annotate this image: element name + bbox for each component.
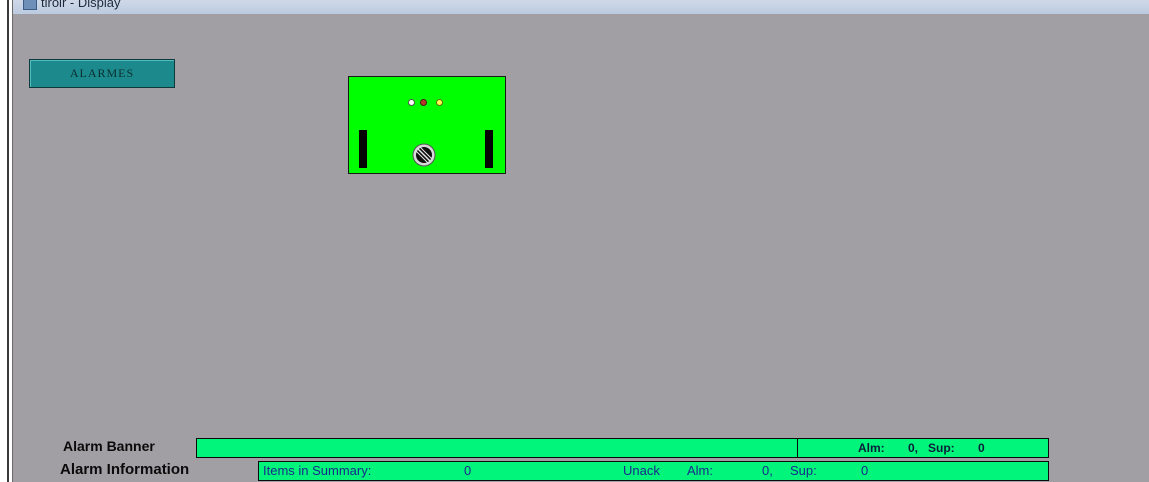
unack-alm-label: Alm: bbox=[687, 463, 713, 478]
alarm-information-label: Alarm Information bbox=[60, 461, 190, 478]
window-title: tiroir - Display bbox=[41, 0, 121, 10]
unack-alm-value: 0, bbox=[762, 463, 773, 478]
rotary-selector-knob-icon[interactable] bbox=[412, 143, 436, 167]
unack-sup-label: Sup: bbox=[790, 463, 817, 478]
window-titlebar[interactable]: tiroir - Display bbox=[13, 0, 1149, 14]
white-indicator-light-icon bbox=[408, 99, 415, 106]
banner-alm-label: Alm: bbox=[858, 441, 885, 455]
alarm-information-field[interactable]: Items in Summary: 0 Unack Alm: 0, Sup: 0 bbox=[258, 461, 1049, 481]
drawer-machine-panel[interactable] bbox=[348, 76, 506, 174]
alarm-banner-label: Alarm Banner bbox=[63, 438, 155, 454]
unack-sup-value: 0 bbox=[861, 463, 869, 478]
yellow-indicator-light-icon bbox=[436, 99, 443, 106]
window-frame-left bbox=[7, 0, 9, 482]
items-in-summary-label: Items in Summary: bbox=[263, 463, 372, 478]
display-canvas bbox=[13, 14, 1149, 482]
banner-sup-label: Sup: bbox=[928, 441, 955, 455]
right-rail-bar bbox=[485, 130, 493, 168]
alarm-banner-status: Alm: 0, Sup: 0 bbox=[797, 438, 1049, 458]
items-in-summary-value: 0 bbox=[464, 463, 472, 478]
alarm-banner-field[interactable] bbox=[196, 438, 798, 458]
red-indicator-light-icon bbox=[420, 99, 427, 106]
app-display-icon bbox=[23, 0, 37, 10]
left-rail-bar bbox=[359, 130, 367, 168]
banner-alm-value: 0, bbox=[908, 441, 919, 455]
unack-label: Unack bbox=[623, 463, 660, 478]
banner-sup-value: 0 bbox=[978, 441, 985, 455]
alarmes-button[interactable]: ALARMES bbox=[29, 59, 175, 88]
